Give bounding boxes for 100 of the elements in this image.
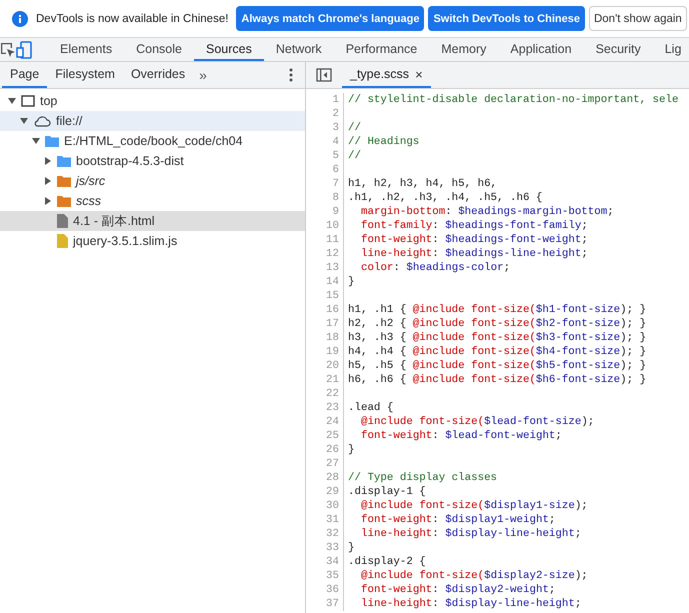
code-line: font-weight: $lead-font-weight; (360, 429, 562, 443)
line-number: 17 (306, 317, 344, 331)
panel-tab[interactable]: Elements (48, 38, 124, 61)
inspect-icon[interactable] (0, 42, 16, 58)
expanded-arrow-icon[interactable] (8, 97, 16, 105)
expanded-arrow-icon[interactable] (20, 117, 28, 125)
line-number: 34 (306, 555, 344, 569)
toggle-navigator-icon[interactable] (316, 68, 332, 82)
collapsed-arrow-icon[interactable] (44, 197, 52, 205)
code-line: h6, .h6 { @include font-size($h6-font-size); } (347, 373, 646, 387)
line-number: 10 (306, 219, 344, 233)
panel-tab[interactable]: Memory (429, 38, 498, 61)
collapsed-arrow-icon[interactable] (44, 177, 52, 185)
tree-label: scss (76, 194, 101, 208)
folder-icon (57, 175, 71, 187)
tree-item[interactable]: jquery-3.5.1.slim.js (0, 231, 305, 251)
cloud-icon (33, 116, 51, 126)
file-icon (57, 234, 68, 248)
line-number: 33 (306, 541, 344, 555)
frame-icon (21, 95, 35, 107)
tree-item[interactable]: E:/HTML_code/book_code/ch04 (0, 131, 305, 151)
tree-label: top (40, 94, 58, 108)
file-icon (57, 214, 68, 228)
code-line: line-height: $headings-line-height; (360, 247, 588, 261)
line-number: 21 (306, 373, 344, 387)
tree-label: 4.1 - 副本.html (73, 212, 155, 230)
expanded-arrow-icon[interactable] (32, 137, 40, 145)
line-number: 7 (306, 177, 344, 191)
line-number: 1 (306, 93, 344, 107)
line-number: 37 (306, 597, 344, 611)
code-line: // stylelint-disable declaration-no-important, sele (347, 93, 678, 107)
code-line: @include font-size($display1-size); (360, 499, 588, 513)
code-line: // Headings (347, 135, 420, 149)
line-number: 6 (306, 163, 344, 177)
close-button[interactable]: × (415, 66, 423, 82)
code-line: @include font-size($lead-font-size); (360, 415, 594, 429)
folder-icon (57, 195, 71, 207)
line-number: 22 (306, 387, 344, 401)
tree-item[interactable]: file:// (0, 111, 305, 131)
code-line: } (347, 443, 354, 457)
file-tab-label: _type.scss (350, 67, 410, 81)
line-number: 26 (306, 443, 344, 457)
code-line: font-weight: $display1-weight; (360, 513, 556, 527)
tree-item[interactable]: scss (0, 191, 305, 211)
panel-tab[interactable]: Performance (334, 38, 430, 61)
line-number: 12 (306, 247, 344, 261)
tree-item[interactable]: 4.1 - 副本.html (0, 211, 305, 231)
line-number: 14 (306, 275, 344, 289)
line-number: 35 (306, 569, 344, 583)
code-line: .h1, .h2, .h3, .h4, .h5, .h6 { (347, 191, 542, 205)
dismiss-button[interactable]: Don't show again (588, 6, 687, 31)
line-number: 27 (306, 457, 344, 471)
more-tabs-button[interactable]: » (193, 67, 213, 83)
folder-icon (45, 135, 59, 147)
collapsed-arrow-icon[interactable] (44, 157, 52, 165)
line-number: 31 (306, 513, 344, 527)
line-number: 30 (306, 499, 344, 513)
device-toggle-icon[interactable] (16, 40, 32, 58)
code-line: line-height: $display-line-height; (360, 527, 582, 541)
action-button[interactable]: Switch DevTools to Chinese (428, 6, 585, 31)
line-number: 25 (306, 429, 344, 443)
line-number: 19 (306, 345, 344, 359)
action-button[interactable]: Always match Chrome's language (236, 6, 424, 31)
navigator-tab[interactable]: Filesystem (47, 62, 123, 88)
code-line: @include font-size($display2-size); (360, 569, 588, 583)
line-number: 23 (306, 401, 344, 415)
info-icon (12, 10, 28, 26)
line-number: 8 (306, 191, 344, 205)
tree-item[interactable]: top (0, 91, 305, 111)
folder-icon (57, 155, 71, 167)
more-options-icon[interactable] (289, 68, 293, 82)
code-line: h1, .h1 { @include font-size($h1-font-size); } (347, 303, 646, 317)
code-line: h5, .h5 { @include font-size($h5-font-size); } (347, 359, 646, 373)
panel-tab[interactable]: Lig (652, 38, 689, 61)
line-number: 28 (306, 471, 344, 485)
code-line: line-height: $display-line-height; (360, 597, 582, 611)
line-number: 13 (306, 261, 344, 275)
panel-tab[interactable]: Console (124, 38, 194, 61)
code-line: .display-2 { (347, 555, 426, 569)
code-line: .lead { (347, 401, 394, 415)
line-number: 15 (306, 289, 344, 303)
line-number: 29 (306, 485, 344, 499)
code-line: h4, .h4 { @include font-size($h4-font-size); } (347, 345, 646, 359)
code-line: } (347, 541, 354, 555)
panel-tab[interactable]: Application (498, 38, 584, 61)
tree-item[interactable]: js/src (0, 171, 305, 191)
tree-label: bootstrap-4.5.3-dist (76, 154, 184, 168)
info-message: DevTools is now available in Chinese! (36, 12, 228, 24)
panel-tab[interactable]: Security (584, 38, 653, 61)
code-line: color: $headings-color; (360, 261, 510, 275)
tree-item[interactable]: bootstrap-4.5.3-dist (0, 151, 305, 171)
navigator-tab[interactable]: Overrides (122, 62, 194, 88)
line-number: 5 (306, 149, 344, 163)
line-number: 20 (306, 359, 344, 373)
line-number: 16 (306, 303, 344, 317)
panel-tab[interactable]: Network (264, 38, 334, 61)
navigator-tab[interactable]: Page (2, 62, 48, 88)
line-number: 4 (306, 135, 344, 149)
line-number: 11 (306, 233, 344, 247)
code-line: h3, .h3 { @include font-size($h3-font-size); } (347, 331, 646, 345)
